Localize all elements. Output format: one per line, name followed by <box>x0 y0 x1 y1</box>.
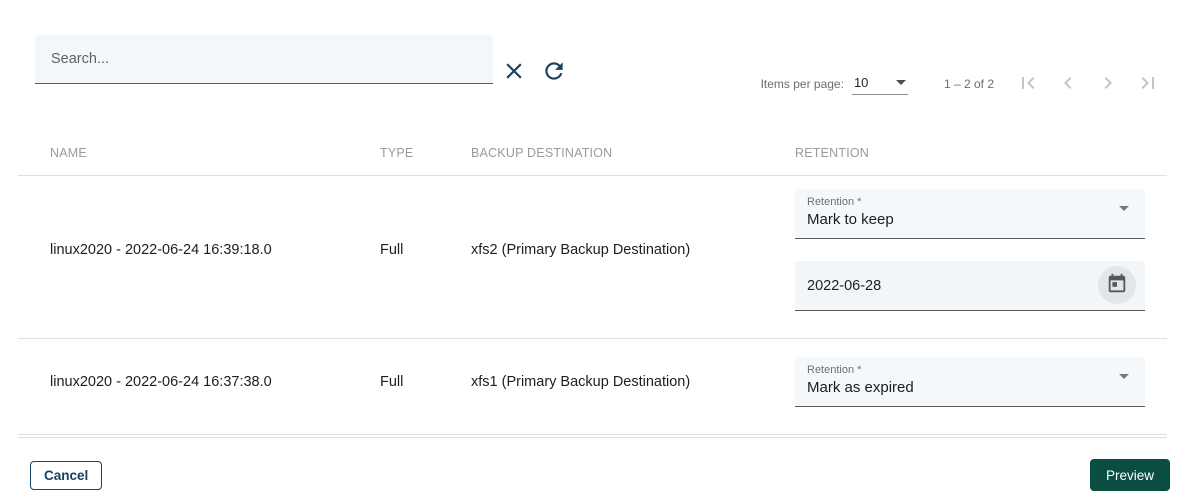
retention-cell: Retention * Mark to keep <box>795 189 1145 311</box>
search-input[interactable] <box>35 35 493 83</box>
backup-type: Full <box>380 242 404 258</box>
preview-button[interactable]: Preview <box>1089 459 1170 491</box>
backup-type: Full <box>380 374 404 390</box>
backup-destination: xfs2 (Primary Backup Destination) <box>471 242 691 258</box>
retention-select-label: Retention * <box>807 196 862 208</box>
calendar-icon <box>1106 273 1128 298</box>
column-header-type: TYPE <box>380 145 414 160</box>
column-header-backup-destination: BACKUP DESTINATION <box>471 145 613 160</box>
datepicker-toggle-button[interactable] <box>1098 266 1136 304</box>
retention-select[interactable]: Retention * Mark to keep <box>795 189 1145 239</box>
search-field[interactable] <box>35 35 493 84</box>
first-page-button[interactable] <box>1008 64 1048 104</box>
chevron-left-icon <box>1056 71 1080 98</box>
column-header-retention: RETENTION <box>795 145 870 160</box>
retention-date-field <box>795 261 1145 311</box>
table-row: linux2020 - 2022-06-24 16:39:18.0 Full x… <box>18 176 1167 339</box>
retention-select[interactable]: Retention * Mark as expired <box>795 357 1145 407</box>
chevron-down-icon <box>1119 206 1129 227</box>
footer-divider <box>18 437 1167 438</box>
backups-table: NAME TYPE BACKUP DESTINATION RETENTION l… <box>18 130 1167 435</box>
retention-select-value: Mark to keep <box>807 211 894 228</box>
backup-name: linux2020 - 2022-06-24 16:37:38.0 <box>50 374 272 390</box>
retention-date-input[interactable] <box>795 277 1067 294</box>
last-page-button[interactable] <box>1128 64 1168 104</box>
retention-select-label: Retention * <box>807 364 862 376</box>
backup-destination: xfs1 (Primary Backup Destination) <box>471 374 691 390</box>
table-header-row: NAME TYPE BACKUP DESTINATION RETENTION <box>18 130 1167 176</box>
column-header-name: NAME <box>50 145 87 160</box>
next-page-button[interactable] <box>1088 64 1128 104</box>
chevron-down-icon <box>895 80 906 85</box>
paginator-range-label: 1 – 2 of 2 <box>943 77 994 91</box>
paginator-nav <box>1008 64 1168 104</box>
items-per-page-label: Items per page: <box>760 77 844 91</box>
retention-cell: Retention * Mark as expired <box>795 357 1145 407</box>
backup-name: linux2020 - 2022-06-24 16:39:18.0 <box>50 242 272 258</box>
page-size-select[interactable]: 10 <box>851 73 908 95</box>
retention-select-value: Mark as expired <box>807 379 914 396</box>
cancel-button[interactable]: Cancel <box>30 461 103 490</box>
chevron-down-icon <box>1119 374 1129 395</box>
paginator: Items per page: 10 1 – 2 of 2 <box>761 68 1168 100</box>
refresh-icon <box>541 58 567 84</box>
last-page-icon <box>1136 71 1160 98</box>
clear-search-button[interactable] <box>496 53 532 89</box>
close-icon <box>501 58 527 84</box>
chevron-right-icon <box>1096 71 1120 98</box>
refresh-button[interactable] <box>536 53 572 89</box>
table-row: linux2020 - 2022-06-24 16:37:38.0 Full x… <box>18 339 1167 435</box>
page-size-value: 10 <box>853 75 869 90</box>
previous-page-button[interactable] <box>1048 64 1088 104</box>
first-page-icon <box>1016 71 1040 98</box>
